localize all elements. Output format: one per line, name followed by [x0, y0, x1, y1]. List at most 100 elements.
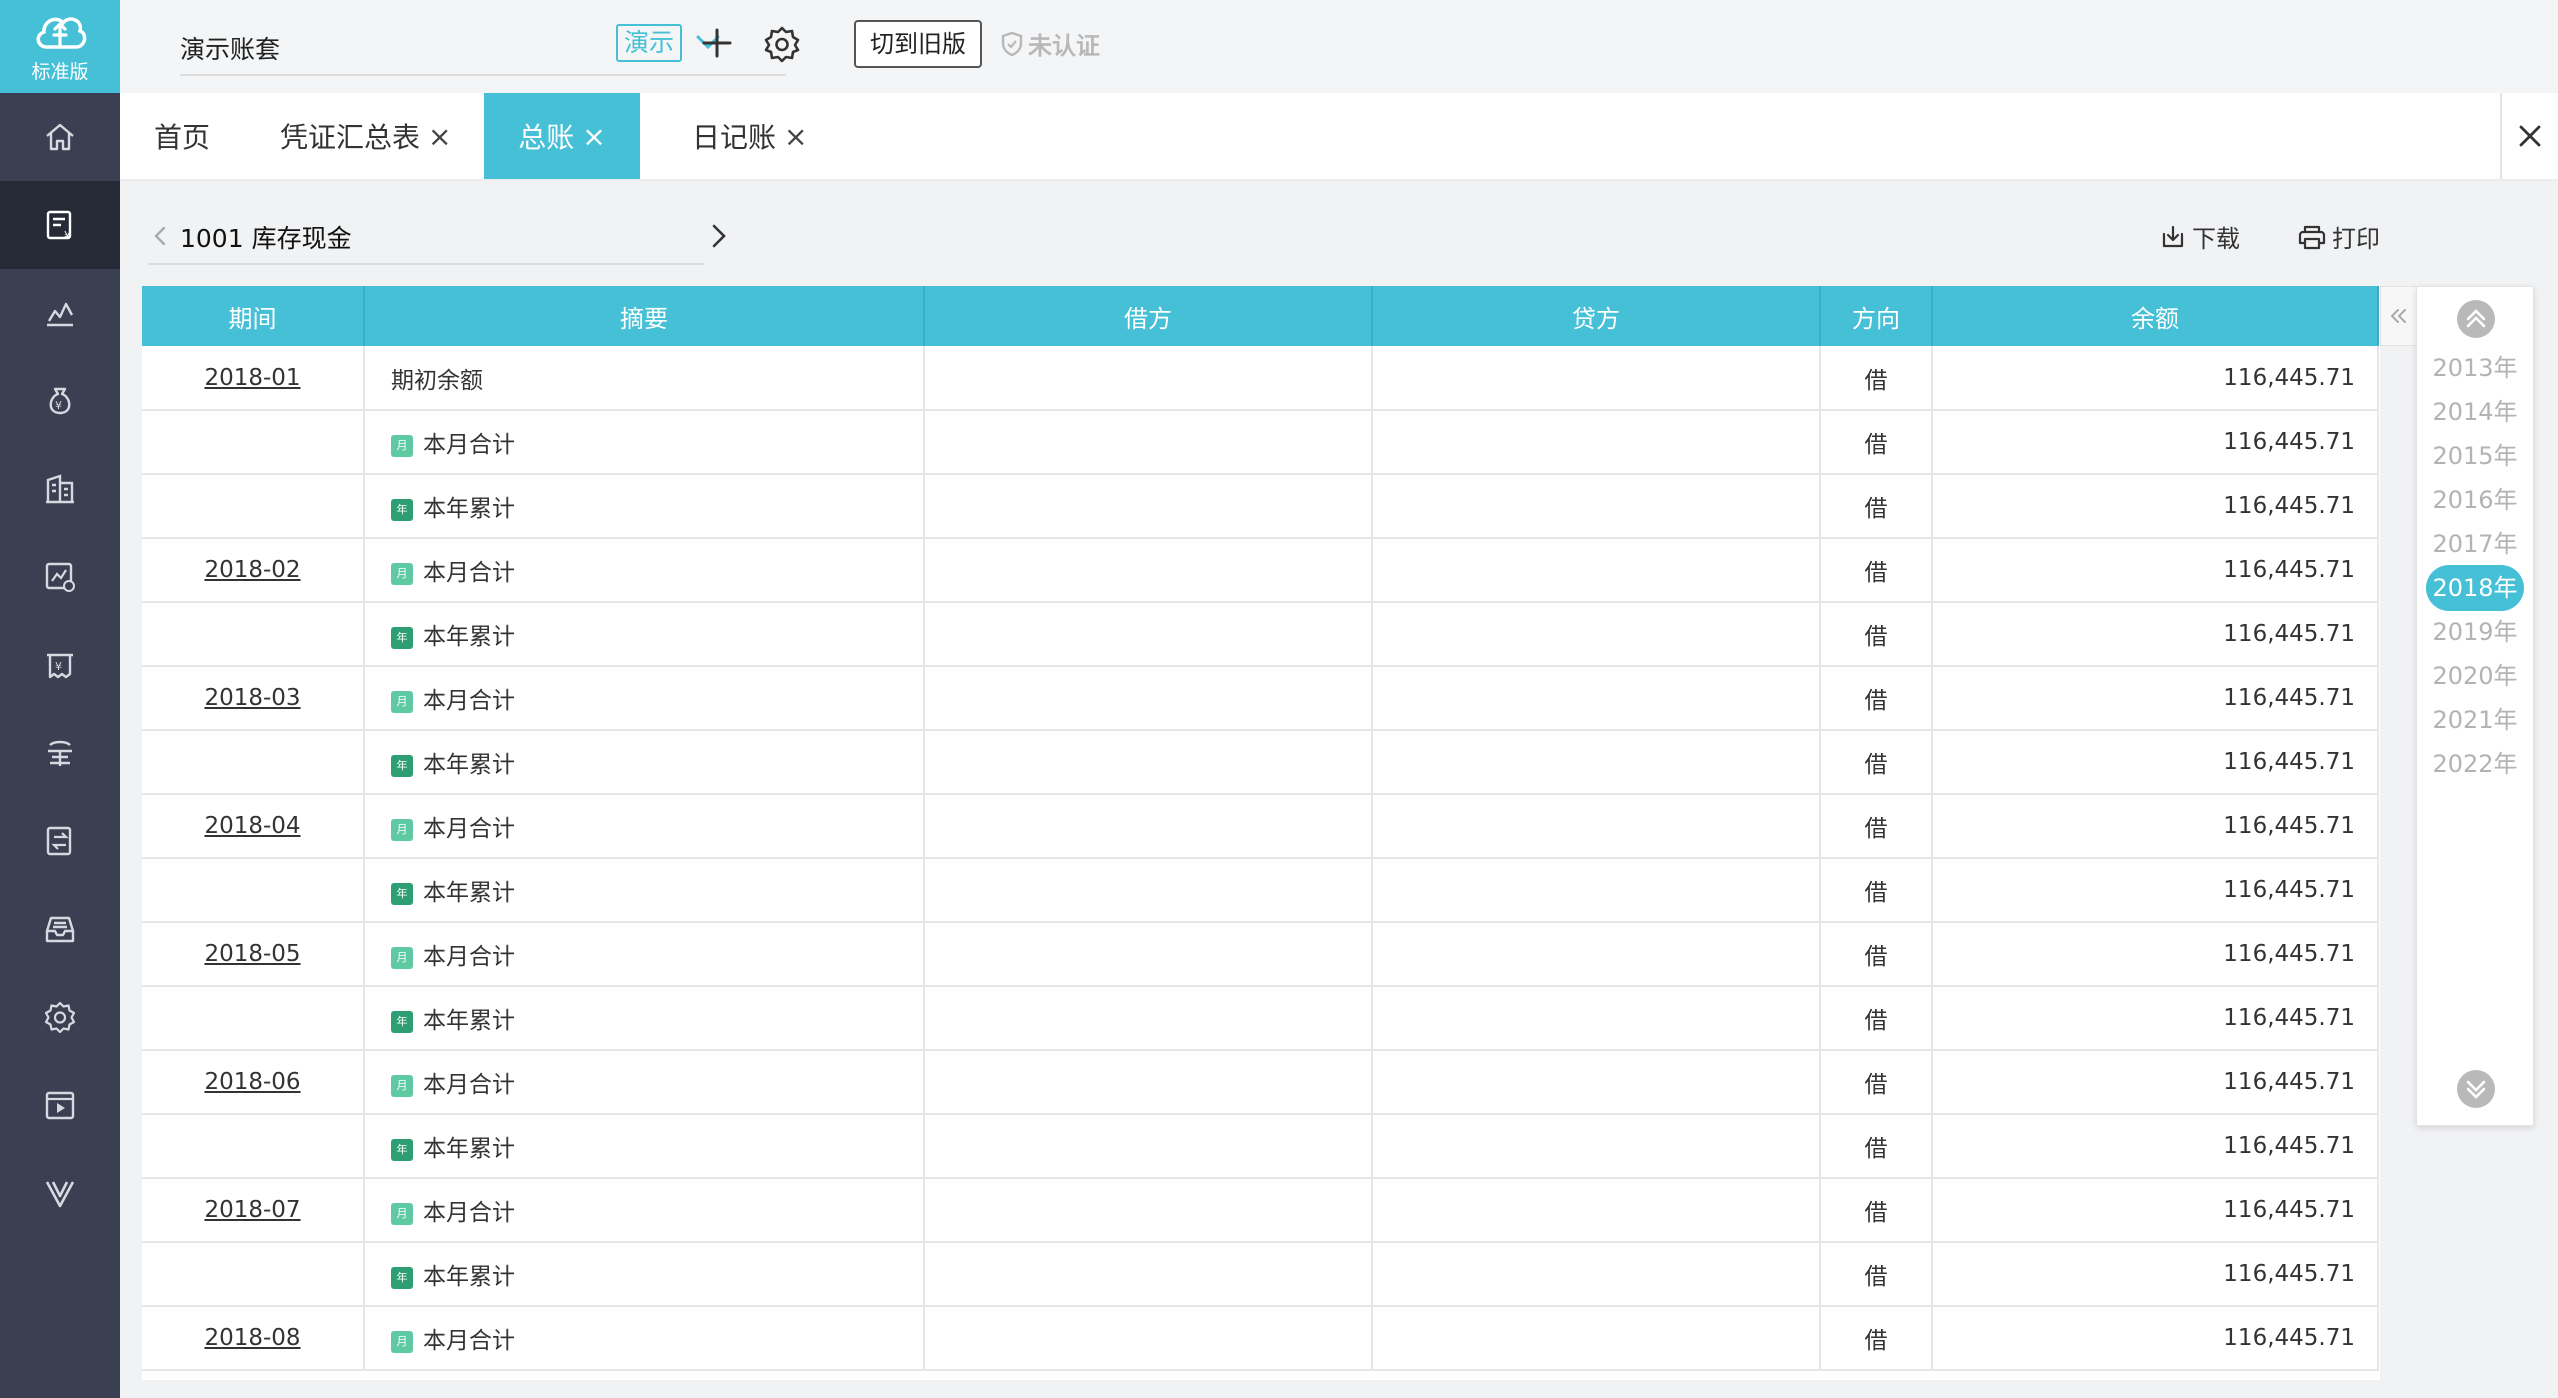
sidebar-item-money-bag[interactable]: ¥	[0, 357, 120, 445]
scroll-up-icon[interactable]	[2456, 299, 2496, 339]
main-content: 1001 库存现金 下载 打印 期间 摘要 借方 贷方 方向 余额 2018-0…	[120, 181, 2558, 1398]
close-icon[interactable]: ×	[582, 120, 605, 153]
year-item[interactable]: 2019年	[2426, 609, 2524, 655]
account-selector[interactable]: 演示账套 演示	[180, 20, 786, 76]
sidebar-item-transfer[interactable]	[0, 797, 120, 885]
vip-icon	[45, 1181, 75, 1208]
home-icon	[46, 123, 74, 151]
cell-direction: 借	[1820, 666, 1933, 731]
summary-text: 本月合计	[423, 688, 515, 714]
tab-voucher-summary[interactable]: 凭证汇总表 ×	[280, 93, 451, 179]
scroll-down-icon[interactable]	[2456, 1069, 2496, 1109]
collapse-year-panel-button[interactable]	[2380, 286, 2418, 346]
tab-label: 凭证汇总表	[280, 121, 421, 154]
cell-period[interactable]: 2018-02	[142, 538, 365, 603]
add-icon[interactable]	[698, 24, 736, 62]
table-row: 2018-06 月本月合计 借 116,445.71	[142, 1050, 2379, 1115]
year-item[interactable]: 2015年	[2426, 433, 2524, 479]
cell-credit	[1372, 1178, 1821, 1243]
cell-balance: 116,445.71	[1932, 1242, 2379, 1307]
period-link[interactable]: 2018-03	[204, 685, 300, 711]
cell-debit	[924, 986, 1373, 1051]
table-header-row: 期间 摘要 借方 贷方 方向 余额	[142, 286, 2379, 346]
cell-debit	[924, 794, 1373, 859]
cell-balance: 116,445.71	[1932, 1050, 2379, 1115]
close-icon[interactable]: ×	[784, 120, 807, 153]
year-item[interactable]: 2022年	[2426, 741, 2524, 787]
period-link[interactable]: 2018-04	[204, 813, 300, 839]
period-link[interactable]: 2018-08	[204, 1325, 300, 1351]
year-item[interactable]: 2020年	[2426, 653, 2524, 699]
building-icon	[46, 474, 74, 504]
summary-text: 本月合计	[423, 1200, 515, 1226]
print-button[interactable]: 打印	[2298, 219, 2380, 254]
tab-journal[interactable]: 日记账 ×	[692, 93, 807, 179]
logo[interactable]: 标准版	[0, 0, 120, 93]
sidebar-item-video[interactable]	[0, 1061, 120, 1149]
sidebar-item-tax[interactable]	[0, 709, 120, 797]
sidebar-item-home[interactable]	[0, 93, 120, 181]
cell-debit	[924, 410, 1373, 475]
sidebar-item-voucher[interactable]: ¥	[0, 181, 120, 269]
cell-summary: 年本年累计	[364, 986, 925, 1051]
cell-period[interactable]: 2018-08	[142, 1306, 365, 1371]
cell-balance: 116,445.71	[1932, 922, 2379, 987]
download-button[interactable]: 下载	[2160, 219, 2240, 254]
period-link[interactable]: 2018-01	[204, 365, 300, 391]
cell-period	[142, 986, 365, 1051]
cell-direction: 借	[1820, 538, 1933, 603]
period-link[interactable]: 2018-07	[204, 1197, 300, 1223]
cell-direction: 借	[1820, 410, 1933, 475]
sidebar-item-archive[interactable]	[0, 885, 120, 973]
summary-text: 本月合计	[423, 432, 515, 458]
certification-status[interactable]: 未认证	[1000, 26, 1100, 61]
year-item[interactable]: 2018年	[2426, 565, 2524, 611]
sidebar-item-report[interactable]	[0, 533, 120, 621]
cell-debit	[924, 730, 1373, 795]
close-all-tabs-button[interactable]	[2500, 93, 2558, 179]
year-item[interactable]: 2021年	[2426, 697, 2524, 743]
sidebar-item-settings[interactable]	[0, 973, 120, 1061]
cell-balance: 116,445.71	[1932, 346, 2379, 411]
chevron-left-icon[interactable]	[148, 223, 174, 249]
sidebar-item-building[interactable]	[0, 445, 120, 533]
chevron-right-icon[interactable]	[704, 219, 734, 253]
voucher-icon: ¥	[46, 210, 72, 242]
tab-label: 首页	[154, 121, 211, 154]
gear-icon[interactable]	[762, 24, 802, 64]
year-calendar-icon: 年	[391, 1010, 413, 1033]
year-item[interactable]: 2017年	[2426, 521, 2524, 567]
close-icon	[2519, 125, 2541, 147]
cell-period[interactable]: 2018-06	[142, 1050, 365, 1115]
year-item[interactable]: 2016年	[2426, 477, 2524, 523]
period-link[interactable]: 2018-05	[204, 941, 300, 967]
sidebar-item-vip[interactable]	[0, 1149, 120, 1237]
cell-period[interactable]: 2018-01	[142, 346, 365, 411]
subject-selector[interactable]: 1001 库存现金	[148, 217, 726, 265]
tab-home[interactable]: 首页	[120, 93, 244, 179]
ledger-table-container: 期间 摘要 借方 贷方 方向 余额 2018-01 期初余额借 116,445.71…	[142, 286, 2380, 1380]
cell-direction: 借	[1820, 1178, 1933, 1243]
sidebar-item-chart[interactable]	[0, 269, 120, 357]
switch-old-version-button[interactable]: 切到旧版	[854, 20, 982, 68]
settings-icon	[44, 1001, 76, 1034]
year-calendar-icon: 年	[391, 882, 413, 905]
cell-period[interactable]: 2018-04	[142, 794, 365, 859]
cell-summary: 期初余额	[364, 346, 925, 411]
sidebar-item-invoice[interactable]: ¥	[0, 621, 120, 709]
period-link[interactable]: 2018-02	[204, 557, 300, 583]
cell-period[interactable]: 2018-03	[142, 666, 365, 731]
period-link[interactable]: 2018-06	[204, 1069, 300, 1095]
month-calendar-icon: 月	[391, 1074, 413, 1097]
cell-summary: 年本年累计	[364, 602, 925, 667]
cell-credit	[1372, 538, 1821, 603]
cell-period[interactable]: 2018-05	[142, 922, 365, 987]
close-icon[interactable]: ×	[428, 120, 451, 153]
tab-bar: 首页 凭证汇总表 × 总账 × 日记账 ×	[120, 93, 2558, 181]
year-item[interactable]: 2013年	[2426, 345, 2524, 391]
tab-general-ledger[interactable]: 总账 ×	[484, 93, 640, 179]
cell-period[interactable]: 2018-07	[142, 1178, 365, 1243]
year-item[interactable]: 2014年	[2426, 389, 2524, 435]
cell-summary: 月本月合计	[364, 666, 925, 731]
cell-summary: 月本月合计	[364, 1306, 925, 1371]
